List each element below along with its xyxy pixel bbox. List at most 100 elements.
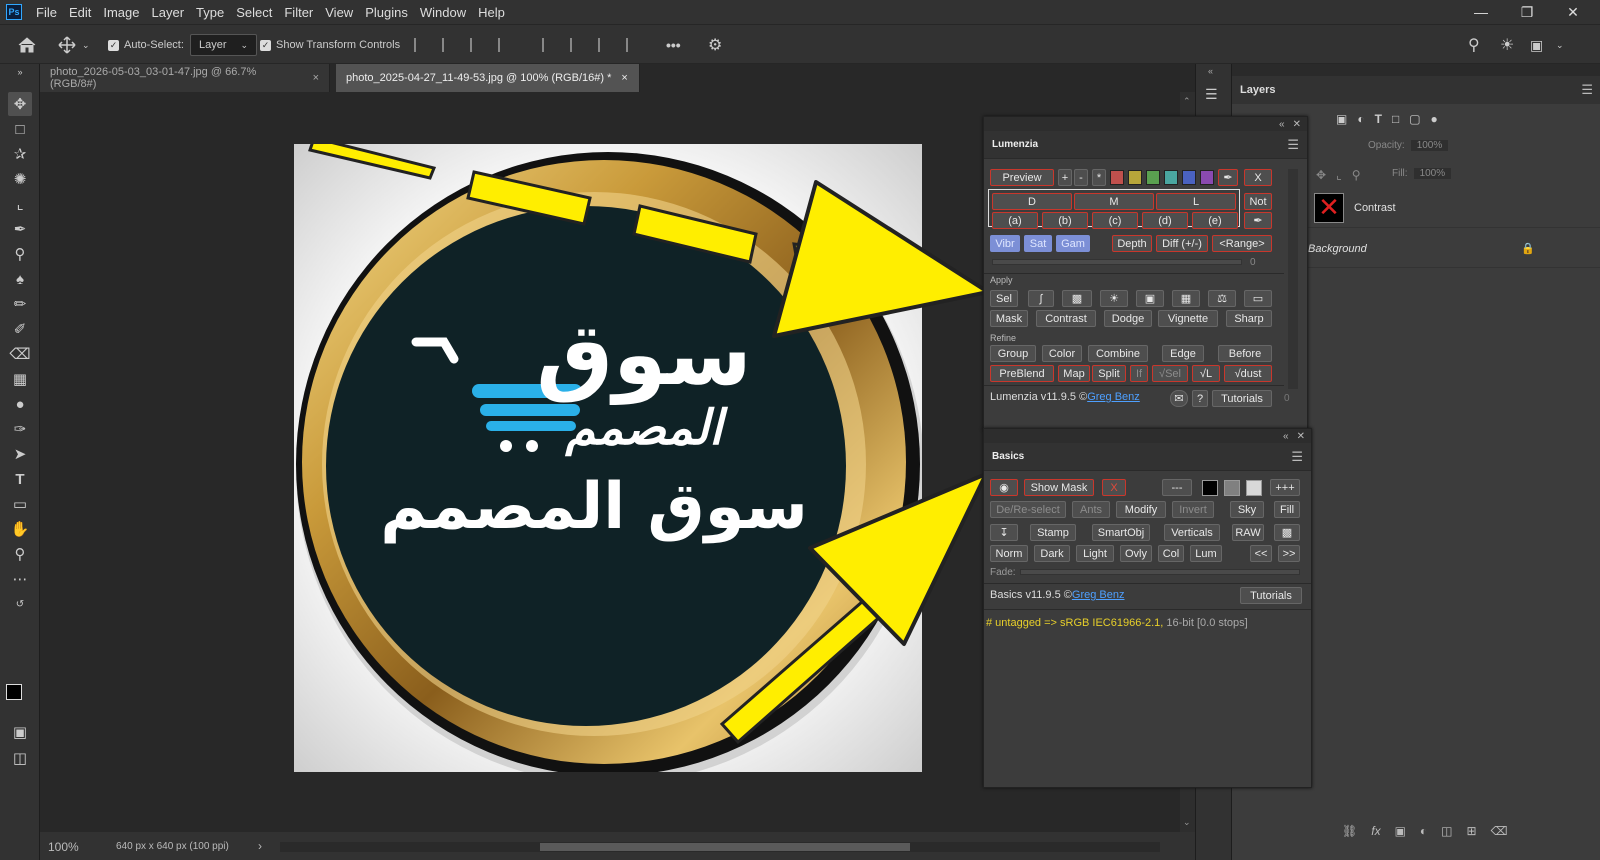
invert-button[interactable]: Invert — [1172, 501, 1214, 518]
preview-button[interactable]: Preview — [990, 169, 1054, 186]
eye-icon[interactable]: ◉ — [990, 479, 1018, 496]
link-layers-icon[interactable]: ⛓ — [1342, 824, 1357, 838]
horizontal-scrollbar[interactable] — [280, 842, 1160, 852]
more-options-button[interactable]: ••• — [666, 25, 681, 65]
minimize-icon[interactable]: — — [1458, 0, 1504, 24]
search-icon[interactable]: ⚲ — [1468, 25, 1480, 65]
layer-row[interactable]: ✕ Contrast — [1304, 188, 1600, 228]
group-button[interactable]: Group — [990, 345, 1036, 362]
histogram-icon[interactable]: ▩ — [1274, 524, 1300, 541]
history-brush-icon[interactable]: ✐ — [8, 317, 32, 341]
close-icon[interactable]: × — [313, 72, 319, 84]
tab-document-1[interactable]: photo_2026-05-03_03-01-47.jpg @ 66.7% (R… — [40, 64, 330, 92]
image-adjust-icon[interactable]: ▣ — [1136, 290, 1164, 307]
pen-tool-icon[interactable]: ✑ — [8, 417, 32, 441]
distribute-icon[interactable] — [498, 38, 512, 52]
status-arrow-icon[interactable]: › — [258, 839, 262, 853]
zone-e-button[interactable]: (e) — [1192, 212, 1238, 229]
zone-b-button[interactable]: (b) — [1042, 212, 1088, 229]
check-sel-button[interactable]: √Sel — [1152, 365, 1188, 382]
properties-icon[interactable]: ☰ — [1205, 86, 1218, 103]
red-swatch[interactable] — [1110, 170, 1124, 185]
menu-plugins[interactable]: Plugins — [359, 5, 414, 20]
align-center-icon[interactable] — [442, 38, 456, 52]
next-button[interactable]: >> — [1278, 545, 1300, 562]
menu-view[interactable]: View — [319, 5, 359, 20]
lock-all-icon[interactable]: ⚲ — [1352, 168, 1361, 182]
fx-icon[interactable]: fx — [1371, 824, 1380, 838]
gam-button[interactable]: Gam — [1056, 235, 1090, 252]
gear-icon[interactable]: ⚙ — [708, 25, 722, 65]
dashes-button[interactable]: --- — [1162, 479, 1192, 496]
align-top-icon[interactable] — [542, 38, 556, 52]
align-middle-icon[interactable] — [570, 38, 584, 52]
not-button[interactable]: Not — [1244, 193, 1272, 210]
range-button[interactable]: <Range> — [1212, 235, 1272, 252]
close-icon[interactable]: × — [621, 72, 627, 84]
cyan-swatch[interactable] — [1164, 170, 1178, 185]
preblend-button[interactable]: PreBlend — [990, 365, 1054, 382]
menu-image[interactable]: Image — [97, 5, 145, 20]
shape-filter-icon[interactable]: □ — [1392, 112, 1399, 126]
menu-filter[interactable]: Filter — [278, 5, 319, 20]
light-l-button[interactable]: L — [1156, 193, 1236, 210]
panel-menu-icon[interactable]: ☰ — [1287, 137, 1299, 153]
diff-button[interactable]: Diff (+/-) — [1156, 235, 1208, 252]
panel-menu-icon[interactable]: ☰ — [1581, 82, 1593, 98]
eraser-tool-icon[interactable]: ⌫ — [8, 342, 32, 366]
green-swatch[interactable] — [1146, 170, 1160, 185]
dodge-tool-icon[interactable]: ● — [8, 392, 32, 416]
check-dust-button[interactable]: √dust — [1224, 365, 1272, 382]
grid-icon[interactable]: ▦ — [1172, 290, 1200, 307]
mid-m-button[interactable]: M — [1074, 193, 1154, 210]
trash-icon[interactable]: ⌫ — [1491, 824, 1508, 838]
check-l-button[interactable]: √L — [1192, 365, 1220, 382]
previous-button[interactable]: << — [1250, 545, 1272, 562]
eyedropper-icon[interactable]: ✒ — [1244, 212, 1272, 229]
tutorials-button[interactable]: Tutorials — [1240, 587, 1302, 604]
zone-a-button[interactable]: (a) — [992, 212, 1038, 229]
healing-tool-icon[interactable]: ⚲ — [8, 242, 32, 266]
menu-select[interactable]: Select — [230, 5, 278, 20]
merge-down-icon[interactable]: ↧ — [990, 524, 1018, 541]
tutorials-button[interactable]: Tutorials — [1212, 390, 1272, 407]
author-link[interactable]: Greg Benz — [1087, 391, 1140, 403]
yellow-swatch[interactable] — [1128, 170, 1142, 185]
basics-title[interactable]: Basics — [992, 451, 1024, 462]
hand-tool-icon[interactable]: ✋ — [8, 517, 32, 541]
dark-d-button[interactable]: D — [992, 193, 1072, 210]
zone-c-button[interactable]: (c) — [1092, 212, 1138, 229]
new-layer-icon[interactable]: ⊞ — [1467, 824, 1477, 838]
adjustment-filter-icon[interactable]: ◐ — [1357, 112, 1364, 126]
color-button[interactable]: Color — [1042, 345, 1082, 362]
menu-file[interactable]: File — [30, 5, 63, 20]
lasso-tool-icon[interactable]: ✰ — [8, 142, 32, 166]
fill-button[interactable]: Fill — [1274, 501, 1300, 518]
more-tools-icon[interactable]: ⋯ — [8, 567, 32, 591]
collapse-arrows-icon[interactable]: « — [1283, 431, 1289, 442]
author-link[interactable]: Greg Benz — [1072, 589, 1125, 601]
gray-swatch[interactable] — [1224, 480, 1240, 496]
move-tool-icon[interactable]: ⌄ — [58, 25, 90, 65]
swap-colors-icon[interactable]: ↺ — [8, 592, 32, 616]
filter-toggle-icon[interactable]: ● — [1431, 112, 1438, 126]
help-button[interactable]: ? — [1192, 390, 1208, 407]
show-mask-button[interactable]: Show Mask — [1024, 479, 1094, 496]
white-swatch[interactable] — [1246, 480, 1262, 496]
align-left-icon[interactable] — [414, 38, 428, 52]
ovly-button[interactable]: Ovly — [1120, 545, 1152, 562]
if-button[interactable]: If — [1130, 365, 1148, 382]
close-icon[interactable]: ✕ — [1297, 431, 1305, 442]
fill-field[interactable]: 100% — [1413, 168, 1452, 179]
before-button[interactable]: Before — [1218, 345, 1272, 362]
verticals-button[interactable]: Verticals — [1164, 524, 1220, 541]
edge-button[interactable]: Edge — [1162, 345, 1204, 362]
map-button[interactable]: Map — [1058, 365, 1090, 382]
menu-help[interactable]: Help — [472, 5, 511, 20]
sharp-button[interactable]: Sharp — [1226, 310, 1272, 327]
light-button[interactable]: Light — [1076, 545, 1114, 562]
sel-button[interactable]: Sel — [990, 290, 1018, 307]
balance-icon[interactable]: ⚖ — [1208, 290, 1236, 307]
col-button[interactable]: Col — [1158, 545, 1184, 562]
frame-icon[interactable]: ▭ — [1244, 290, 1272, 307]
